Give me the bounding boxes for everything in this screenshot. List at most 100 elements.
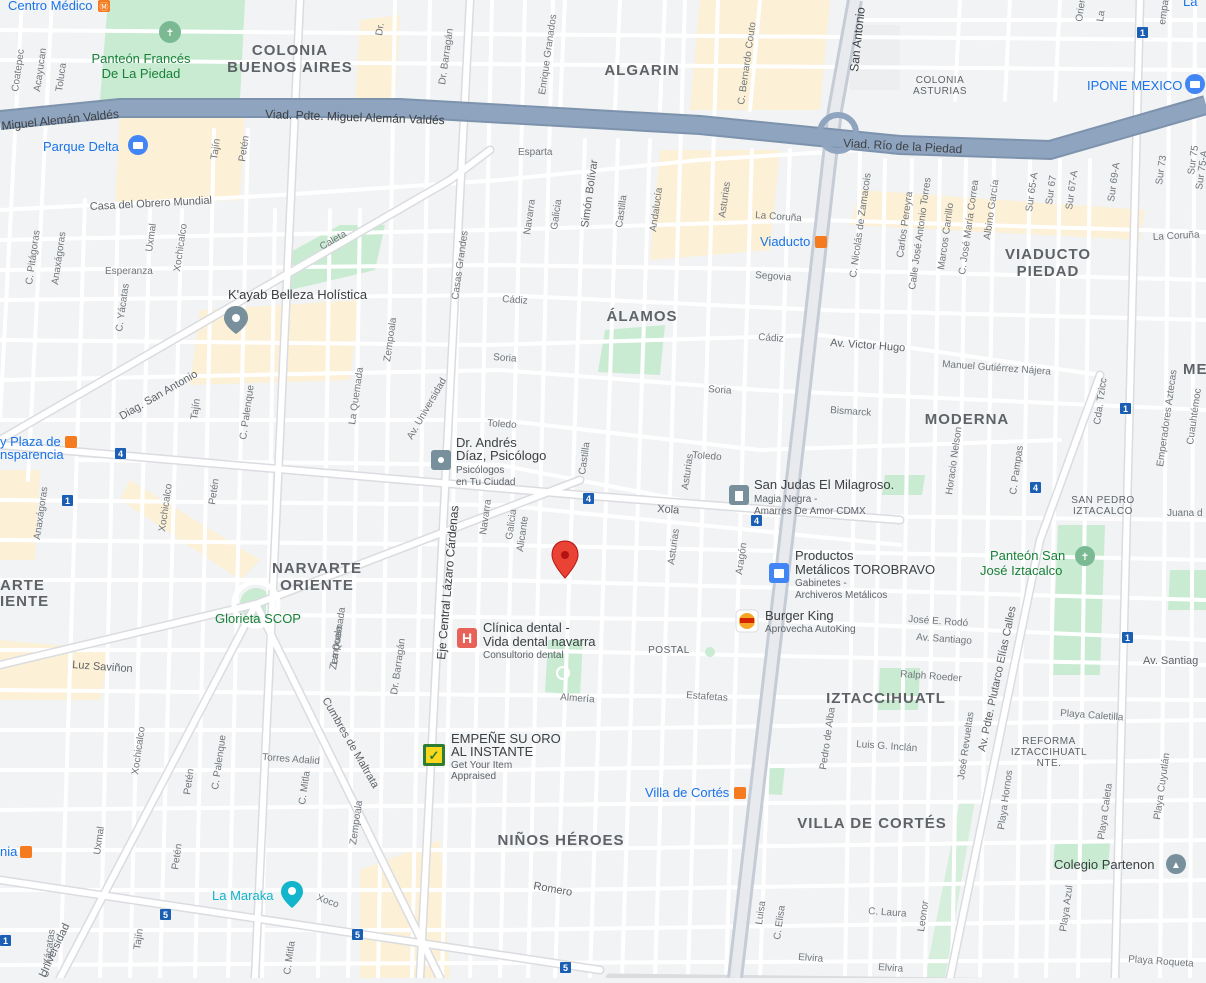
svg-text:Vida dental navarra: Vida dental navarra [483,634,596,649]
svg-text:Colegio Partenon: Colegio Partenon [1054,857,1154,872]
park-alamos [598,325,665,375]
metro-icon [20,846,32,858]
svg-text:Aprovecha AutoKing: Aprovecha AutoKing [765,624,856,635]
nb-colonia-buenos-aires-2: BUENOS AIRES [227,59,353,76]
svg-text:AL INSTANTE: AL INSTANTE [451,744,534,759]
nb-viaducto-piedad-1: VIADUCTO [1005,246,1091,263]
svg-text:en Tu Ciudad: en Tu Ciudad [456,477,516,488]
svg-text:IPONE MEXICO: IPONE MEXICO [1087,78,1182,93]
shield-4-b: 4 [583,493,594,504]
svg-text:Consultorio dental: Consultorio dental [483,650,564,661]
svg-text:Panteón San: Panteón San [990,548,1065,563]
poi-glorieta-scop[interactable]: Glorieta SCOP [215,611,301,626]
shield-5-c: 5 [560,962,571,973]
shield-5-a: 5 [160,909,171,920]
svg-text:Clínica dental -: Clínica dental - [483,620,570,635]
nb-colonia-asturias-1: COLONIA [916,75,965,86]
svg-text:Gabinetes -: Gabinetes - [795,578,847,589]
poi-la-top[interactable]: La [1183,0,1198,9]
street-juana-de: Juana d [1167,508,1203,519]
street-cadiz: Cádiz [502,294,528,307]
nb-reforma-3: NTE. [1037,758,1062,769]
svg-text:1: 1 [1125,633,1130,643]
small-park-icon [705,647,715,657]
svg-text:4: 4 [118,449,123,459]
poi-nia[interactable]: nia [0,844,32,859]
street-toledo: Toledo [487,418,518,431]
nb-viaducto-piedad-2: PIEDAD [1017,263,1080,280]
svg-text:nia: nia [0,844,18,859]
metro-icon [734,787,746,799]
svg-text:▲: ▲ [1171,860,1181,871]
svg-text:La Maraka: La Maraka [212,888,274,903]
nb-postal: POSTAL [648,645,690,656]
svg-text:H: H [462,630,472,646]
nb-colonia-asturias-2: ASTURIAS [913,86,967,97]
shield-1-b: 1 [1120,403,1131,414]
svg-text:K'ayab Belleza Holística: K'ayab Belleza Holística [228,287,368,302]
street-soria2: Soria [708,384,732,397]
nb-villa-de-cortes: VILLA DE CORTÉS [797,815,946,832]
svg-text:Psicólogos: Psicólogos [456,465,504,476]
svg-text:5: 5 [563,963,568,973]
svg-text:Panteón Francés: Panteón Francés [91,51,191,66]
svg-text:Magia Negra -: Magia Negra - [754,494,817,505]
street-soria: Soria [493,352,517,365]
svg-text:4: 4 [586,494,591,504]
nb-narvarte-left-1: ARTE [0,577,45,594]
nb-ninos-heroes: NIÑOS HÉROES [497,831,624,849]
street-toledo2: Toledo [692,450,723,463]
svg-text:Archiveros Metálicos: Archiveros Metálicos [795,590,887,601]
svg-text:Viaducto: Viaducto [760,234,810,249]
svg-text:Parque Delta: Parque Delta [43,139,120,154]
svg-text:✝: ✝ [1081,552,1089,563]
svg-text:5: 5 [163,910,168,920]
svg-text:1: 1 [1140,28,1145,38]
shield-4-d: 4 [1030,482,1041,493]
street-esparta: Esparta [518,147,553,158]
nb-san-pedro-2: IZTACALCO [1073,506,1133,517]
svg-text:San Judas El Milagroso.: San Judas El Milagroso. [754,477,894,492]
svg-text:nsparencia: nsparencia [0,447,64,462]
svg-text:Get Your Item: Get Your Item [451,760,512,771]
map-canvas[interactable]: Miguel Alemán Valdés Viad. Pdte. Miguel … [0,0,1206,983]
svg-text:5: 5 [355,930,360,940]
street-xola: Xola [657,503,681,517]
svg-text:Villa de Cortés: Villa de Cortés [645,785,730,800]
street-dr-label: Dr. [374,22,387,36]
nb-moderna: MODERNA [925,411,1010,428]
shield-1-a: 1 [1137,27,1148,38]
metro-icon [65,436,77,448]
shield-1-d: 1 [62,495,73,506]
nb-reforma-1: REFORMA [1022,736,1076,747]
svg-text:De La Piedad: De La Piedad [102,66,181,81]
poi-viaducto-metro[interactable]: Viaducto [760,234,827,249]
shield-4-a: 4 [115,448,126,459]
svg-text:✝: ✝ [166,28,174,39]
street-cadiz2: Cádiz [758,332,784,345]
nb-iztaccihuatl: IZTACCIHUATL [826,690,946,707]
street-la-label: La [1095,9,1108,22]
shield-1-e: 1 [0,935,11,946]
street-esperanza: Esperanza [105,266,153,277]
nb-alamos: ÁLAMOS [607,308,678,325]
svg-text:Burger King: Burger King [765,608,834,623]
svg-text:Appraised: Appraised [451,771,496,782]
nb-algarin: ALGARIN [604,62,679,79]
shield-1-c: 1 [1122,632,1133,643]
svg-text:Amarres De Amor CDMX: Amarres De Amor CDMX [754,506,866,517]
poi-met-right[interactable]: MET [1183,361,1206,378]
street-elvira: Elvira [798,952,824,965]
svg-text:Centro Médico: Centro Médico [8,0,93,13]
svg-text:Díaz, Psicólogo: Díaz, Psicólogo [456,448,546,463]
svg-text:✓: ✓ [429,748,440,763]
metro-icon [815,236,827,248]
park-panteon-frances [100,0,245,100]
nb-narvarte-oriente-2: ORIENTE [280,577,354,594]
map-svg[interactable]: Miguel Alemán Valdés Viad. Pdte. Miguel … [0,0,1206,983]
street-av-santiago-right: Av. Santiag [1143,655,1198,667]
svg-text:Glorieta SCOP: Glorieta SCOP [215,611,301,626]
svg-text:La: La [1183,0,1198,9]
street-elvira2: Elvira [878,962,904,975]
nb-colonia-buenos-aires-1: COLONIA [252,42,328,59]
